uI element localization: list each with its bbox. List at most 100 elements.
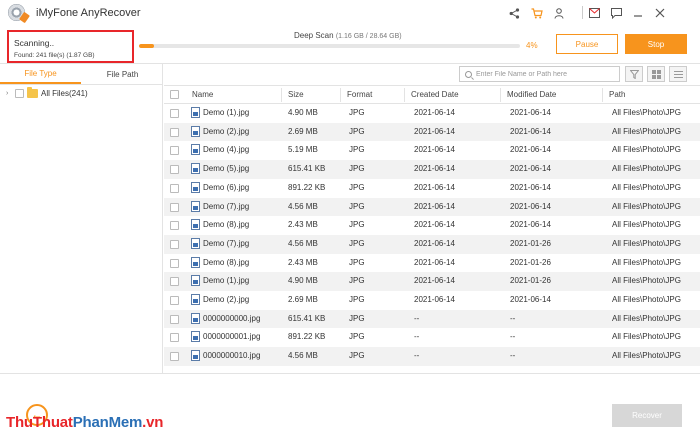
watermark-part: PhanMem (72, 414, 143, 431)
file-size: 4.90 MB (288, 108, 318, 117)
modified-date: 2021-06-14 (510, 126, 551, 136)
table-row[interactable]: 0000000001.jpg 891.22 KB JPG -- -- All Files\… (164, 328, 700, 347)
file-path: All Files\Photo\JPG (612, 351, 681, 361)
cart-icon[interactable] (530, 6, 544, 20)
row-checkbox[interactable] (170, 277, 179, 287)
tab-file-type[interactable]: File Type (0, 64, 81, 84)
list-view-button[interactable] (669, 66, 687, 82)
table-row[interactable]: 0000000000.jpg 615.41 KB JPG -- -- All Files\… (164, 309, 700, 329)
file-size: 5.19 MB (288, 145, 318, 155)
file-format: JPG (349, 257, 365, 267)
title-bar: iMyFone AnyRecover (0, 0, 700, 26)
row-checkbox[interactable] (170, 258, 179, 268)
file-name: Demo (5).jpg (203, 164, 250, 174)
file-path: All Files\Photo\JPG (612, 126, 681, 136)
column-header-modified-date[interactable]: Modified Date (507, 90, 556, 99)
file-name: Demo (8).jpg (203, 257, 250, 267)
file-format: JPG (349, 351, 365, 361)
modified-date: 2021-06-14 (510, 201, 551, 211)
grid-view-icon (651, 69, 661, 79)
select-all-checkbox[interactable] (170, 90, 179, 99)
image-file-icon (191, 181, 200, 193)
share-icon[interactable] (507, 6, 521, 20)
table-row[interactable]: 0000000010.jpg 4.56 MB JPG -- -- All Files\Ph… (164, 347, 700, 366)
column-header-path[interactable]: Path (609, 90, 625, 99)
column-header-size[interactable]: Size (288, 90, 304, 99)
table-row[interactable]: Demo (1).jpg 4.90 MB JPG 2021-06-14 2021-06-… (164, 104, 700, 123)
image-file-icon (191, 331, 200, 343)
table-row[interactable]: Demo (8).jpg 2.43 MB JPG 2021-06-14 2021-06-… (164, 216, 700, 235)
search-input[interactable] (476, 70, 606, 78)
column-divider (281, 88, 282, 102)
file-format: JPG (349, 108, 365, 117)
row-checkbox[interactable] (170, 296, 179, 305)
table-row[interactable]: Demo (4).jpg 5.19 MB JPG 2021-06-14 2021-06-… (164, 141, 700, 160)
image-file-icon (191, 219, 200, 231)
chevron-right-icon[interactable]: › (6, 90, 12, 97)
table-row[interactable]: Demo (6).jpg 891.22 KB JPG 2021-06-14 2021-0… (164, 179, 700, 198)
table-row[interactable]: Demo (2).jpg 2.69 MB JPG 2021-06-14 2021-06-… (164, 291, 700, 310)
watermark: ThuThuatPhanMem.vn (6, 414, 163, 431)
row-checkbox[interactable] (170, 146, 179, 156)
titlebar-divider (582, 6, 583, 19)
table-row[interactable]: Demo (7).jpg 4.56 MB JPG 2021-06-14 2021-01-… (164, 234, 700, 254)
row-checkbox[interactable] (170, 239, 179, 249)
scan-size-progress: (1.16 GB / 28.64 GB) (335, 33, 402, 40)
file-name: Demo (4).jpg (203, 145, 250, 155)
row-checkbox[interactable] (170, 183, 179, 193)
column-header-created-date[interactable]: Created Date (411, 90, 459, 99)
user-icon[interactable] (552, 6, 566, 20)
row-checkbox[interactable] (170, 314, 179, 324)
row-checkbox[interactable] (170, 165, 179, 175)
column-divider (500, 88, 501, 102)
scan-percent: 4% (526, 41, 538, 50)
row-checkbox[interactable] (170, 221, 179, 231)
row-checkbox[interactable] (170, 352, 179, 362)
file-name: Demo (8).jpg (203, 220, 250, 230)
modified-date: 2021-06-14 (510, 164, 551, 174)
file-format: JPG (349, 164, 365, 174)
stop-button[interactable]: Stop (625, 34, 687, 54)
scan-progress-bar (139, 44, 520, 48)
recover-button[interactable]: Recover (612, 404, 682, 427)
file-name: Demo (1).jpg (203, 276, 250, 286)
file-path: All Files\Photo\JPG (612, 313, 681, 323)
image-file-icon (191, 125, 200, 137)
grid-view-button[interactable] (647, 66, 665, 82)
file-size: 891.22 KB (288, 332, 326, 342)
left-panel: File Type File Path › All Files(241) (0, 64, 163, 373)
modified-date: -- (510, 313, 516, 323)
file-format: JPG (349, 313, 365, 323)
table-row[interactable]: Demo (2).jpg 2.69 MB JPG 2021-06-14 2021-06-… (164, 122, 700, 142)
tab-file-path[interactable]: File Path (82, 64, 163, 84)
row-checkbox[interactable] (170, 127, 179, 137)
created-date: 2021-06-14 (414, 201, 455, 211)
scan-status: Scanning.. (14, 38, 55, 48)
column-header-format[interactable]: Format (347, 90, 372, 99)
file-size: 2.43 MB (288, 257, 318, 267)
table-row[interactable]: Demo (8).jpg 2.43 MB JPG 2021-06-14 2021-01-… (164, 254, 700, 273)
image-file-icon (191, 275, 200, 287)
pause-button[interactable]: Pause (556, 34, 618, 54)
table-row[interactable]: Demo (7).jpg 4.56 MB JPG 2021-06-14 2021-06-… (164, 197, 700, 217)
close-icon[interactable] (653, 6, 667, 20)
row-checkbox[interactable] (170, 333, 179, 343)
folder-icon (27, 87, 38, 98)
mail-icon[interactable] (587, 6, 601, 20)
watermark-part: Thuat (32, 414, 73, 431)
modified-date: 2021-06-14 (510, 295, 551, 304)
modified-date: 2021-01-26 (510, 238, 551, 248)
tree-checkbox[interactable] (15, 89, 24, 98)
tree-item-all-files[interactable]: › All Files(241) (6, 87, 88, 98)
filter-button[interactable] (625, 66, 643, 82)
column-header-name[interactable]: Name (192, 90, 213, 99)
feedback-icon[interactable] (609, 6, 623, 20)
row-checkbox[interactable] (170, 109, 179, 118)
row-checkbox[interactable] (170, 202, 179, 212)
image-file-icon (191, 163, 200, 175)
table-row[interactable]: Demo (5).jpg 615.41 KB JPG 2021-06-14 2021-0… (164, 160, 700, 179)
minimize-icon[interactable] (631, 6, 645, 20)
search-box[interactable] (459, 66, 620, 82)
file-path: All Files\Photo\JPG (612, 145, 681, 155)
table-row[interactable]: Demo (1).jpg 4.90 MB JPG 2021-06-14 2021-01-… (164, 272, 700, 291)
